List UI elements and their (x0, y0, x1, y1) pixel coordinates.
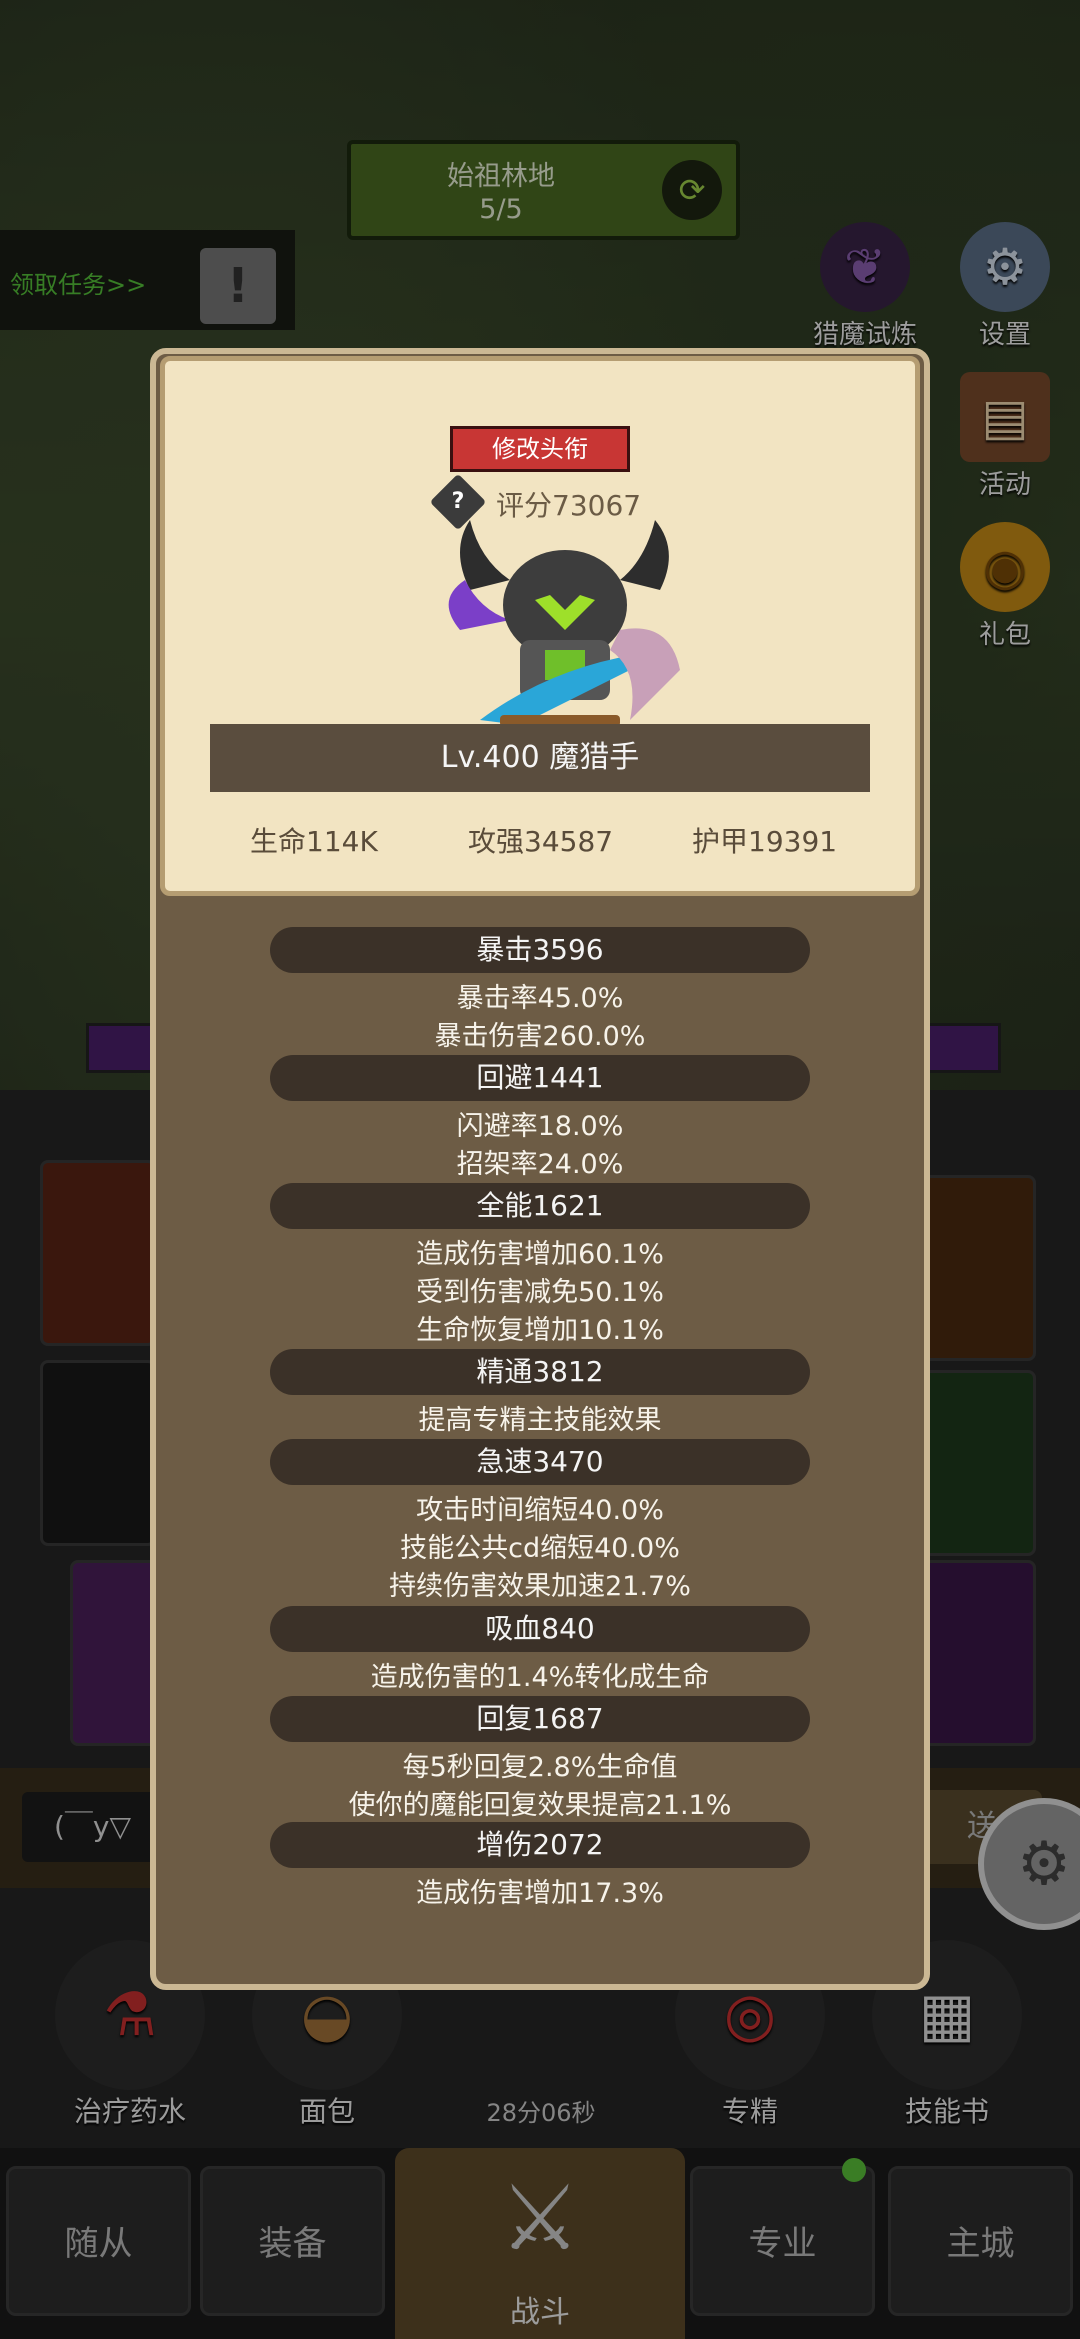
damage-bonus-header: 增伤2072 (270, 1822, 810, 1868)
hp-stat: 生命114K (250, 825, 378, 858)
stat-line: 提高专精主技能效果 (418, 1405, 662, 1436)
stat-line: 每5秒回复2.8%生命值 (402, 1752, 678, 1783)
stat-line: 生命恢复增加10.1% (416, 1315, 664, 1346)
stat-line: 暴击伤害260.0% (434, 1021, 646, 1052)
hero-portrait (448, 520, 680, 727)
recovery-header: 回复1687 (270, 1696, 810, 1742)
edit-title-button[interactable]: 修改头衔 (450, 426, 630, 472)
stat-line: 造成伤害增加17.3% (416, 1878, 664, 1909)
versatility-header: 全能1621 (270, 1183, 810, 1229)
avoidance-header: 回避1441 (270, 1055, 810, 1101)
stat-line: 持续伤害效果加速21.7% (389, 1571, 691, 1602)
mastery-header: 精通3812 (270, 1349, 810, 1395)
armor-stat: 护甲19391 (692, 825, 838, 858)
stat-line: 造成伤害增加60.1% (416, 1239, 664, 1270)
level-name-bar: Lv.400 魔猎手 (210, 724, 870, 792)
stat-line: 暴击率45.0% (456, 983, 624, 1014)
stat-line: 受到伤害减免50.1% (416, 1277, 664, 1308)
haste-header: 急速3470 (270, 1439, 810, 1485)
crit-header: 暴击3596 (270, 927, 810, 973)
lifesteal-header: 吸血840 (270, 1606, 810, 1652)
stat-line: 造成伤害的1.4%转化成生命 (370, 1662, 710, 1693)
stat-line: 闪避率18.0% (456, 1111, 624, 1142)
stat-line: 使你的魔能回复效果提高21.1% (348, 1790, 732, 1821)
stat-line: 技能公共cd缩短40.0% (400, 1533, 680, 1564)
stat-line: 攻击时间缩短40.0% (416, 1495, 664, 1526)
stat-line: 招架率24.0% (456, 1149, 624, 1180)
attack-stat: 攻强34587 (468, 825, 614, 858)
